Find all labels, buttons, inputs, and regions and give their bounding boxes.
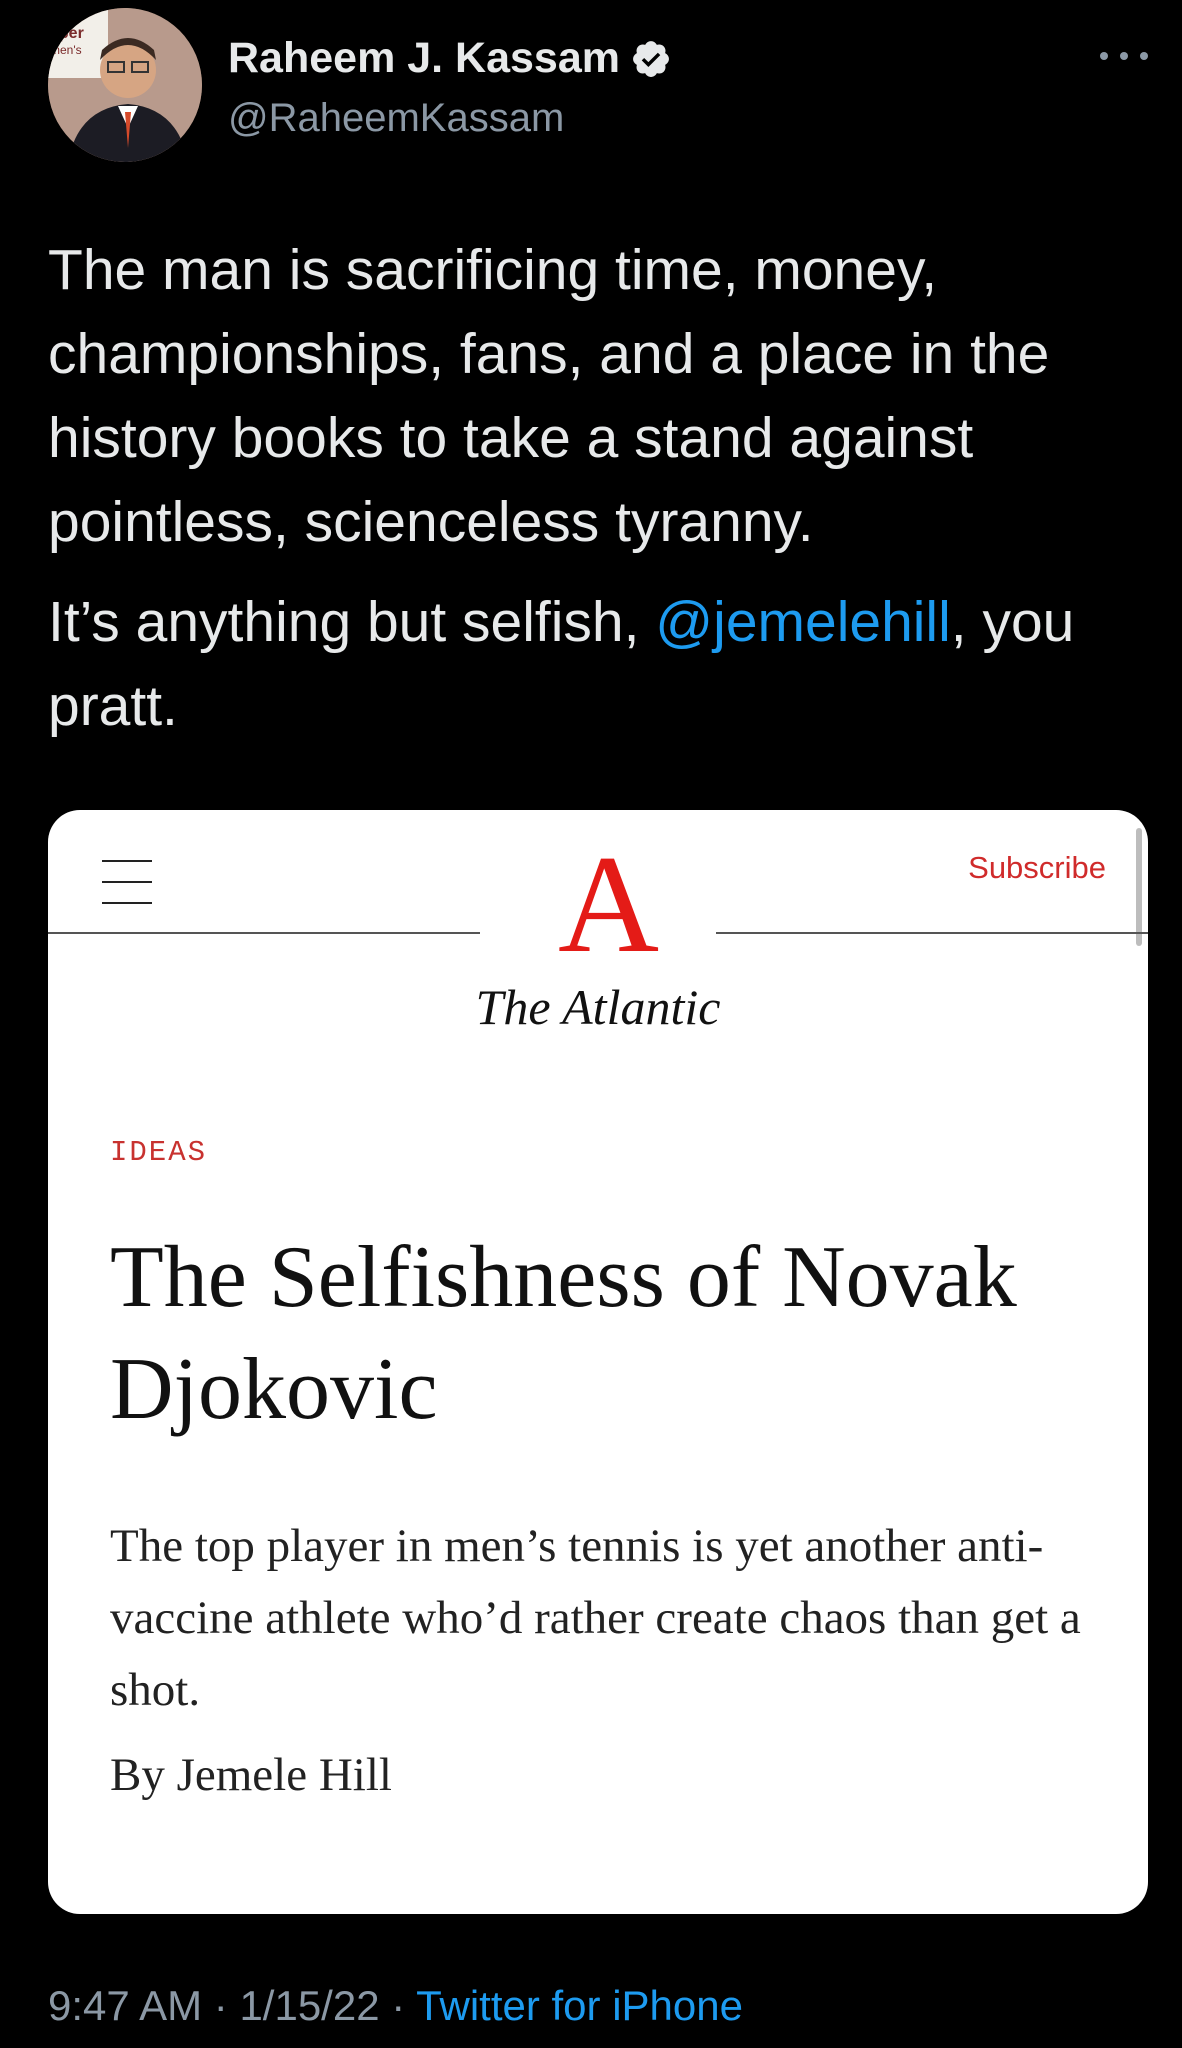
author-name-text: Raheem J. Kassam [228,34,620,82]
hamburger-menu-icon [102,860,152,904]
author-handle[interactable]: @RaheemKassam [228,96,564,141]
verified-badge-icon [633,40,669,77]
atlantic-logo-letter: A [558,827,660,982]
avatar-photo: eper men's [48,8,202,162]
section-label: IDEAS [110,1136,208,1169]
meta-separator: · [202,1982,240,2029]
header-rule-left [48,932,480,934]
scroll-indicator [1136,828,1142,946]
tweet-text-before-mention: It’s anything but selfish, [48,590,656,654]
tweet-time: 9:47 AM [48,1982,203,2029]
tweet-date: 1/15/22 [239,1982,380,2029]
article-dek: The top player in men’s tennis is yet an… [110,1520,1081,1716]
tweet-header: eper men's Raheem J. Kassam @RaheemKassa… [48,8,1148,168]
subscribe-link: Subscribe [968,850,1106,885]
avatar[interactable]: eper men's [48,8,202,162]
tweet-text: The man is sacrificing time, money, cham… [48,228,1148,748]
svg-text:men's: men's [50,43,82,57]
atlantic-logo-wordmark: The Atlantic [475,979,721,1035]
tweet-source-link[interactable]: Twitter for iPhone [416,1982,743,2029]
tweet-meta: 9:47 AM · 1/15/22 · Twitter for iPhone [48,1982,743,2030]
avatar-banner-text: eper [50,25,84,42]
tweet-paragraph-2: It’s anything but selfish, @jemelehill, … [48,580,1148,748]
article-headline: The Selfishness of Novak Djokovic [110,1229,1017,1438]
article-byline: By Jemele Hill [110,1749,392,1801]
mention-link[interactable]: @jemelehill [655,590,950,654]
author-name[interactable]: Raheem J. Kassam [228,34,672,83]
meta-separator: · [379,1982,417,2029]
link-preview-card[interactable]: Subscribe A The Atlantic IDEAS The Selfi… [48,810,1148,1914]
header-rule-right [716,932,1148,934]
more-options-icon[interactable] [1100,44,1148,68]
tweet-paragraph-1: The man is sacrificing time, money, cham… [48,238,1050,554]
